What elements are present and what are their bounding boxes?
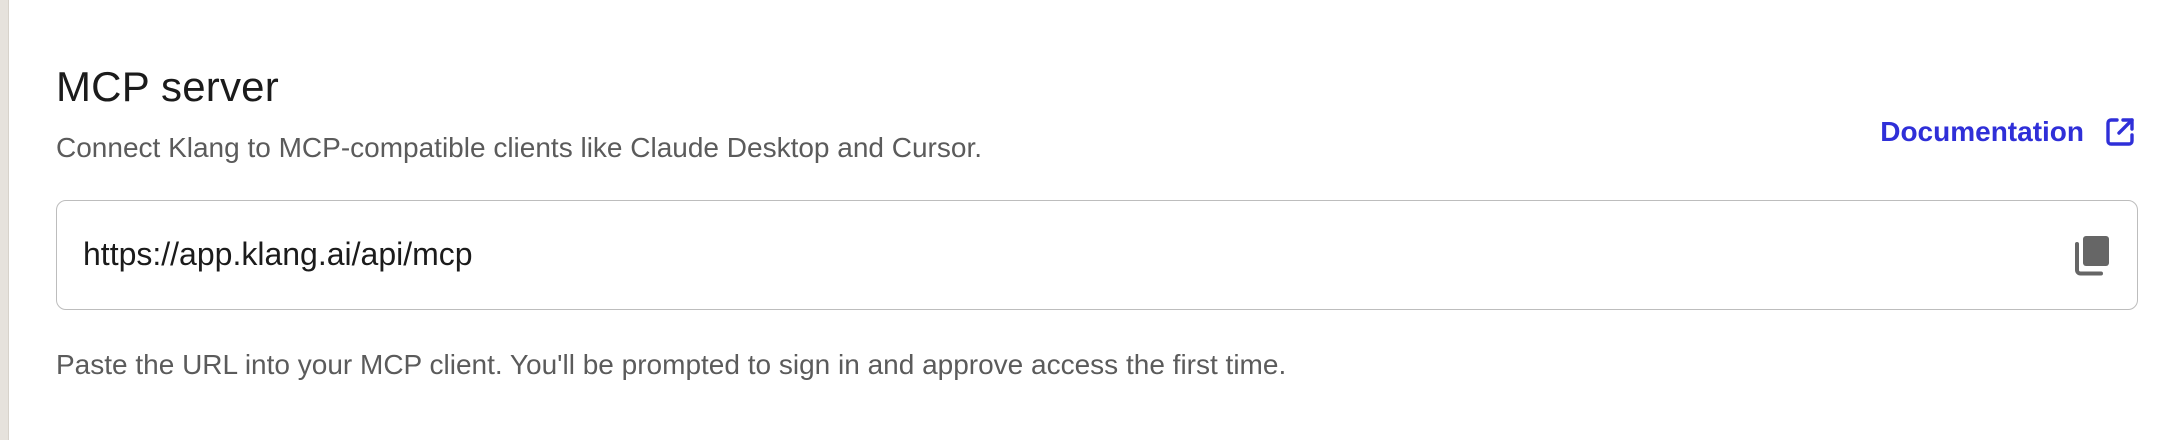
documentation-link-label: Documentation bbox=[1880, 116, 2084, 147]
section-description: Connect Klang to MCP-compatible clients … bbox=[56, 132, 983, 163]
left-border-line bbox=[8, 0, 9, 440]
external-link-icon bbox=[2102, 114, 2138, 150]
mcp-url-field bbox=[56, 200, 2138, 310]
documentation-link[interactable]: Documentation bbox=[1880, 112, 2138, 152]
left-border bbox=[0, 0, 8, 440]
mcp-server-section: MCP server Connect Klang to MCP-compatib… bbox=[56, 0, 2138, 440]
mcp-url-input[interactable] bbox=[83, 201, 1983, 308]
copy-icon bbox=[2073, 234, 2113, 281]
section-title: MCP server bbox=[56, 63, 279, 110]
copy-button[interactable] bbox=[2071, 235, 2115, 279]
helper-text: Paste the URL into your MCP client. You'… bbox=[56, 349, 1287, 380]
